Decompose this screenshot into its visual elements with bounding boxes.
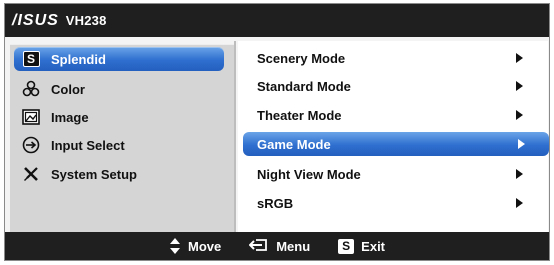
submenu-item-theater-mode[interactable]: Theater Mode — [247, 103, 547, 127]
submenu-item-label: Night View Mode — [257, 166, 361, 182]
menu-item-label: System Setup — [51, 166, 137, 182]
arrow-right-icon — [516, 53, 523, 63]
menu-item-splendid[interactable]: S Splendid — [14, 47, 224, 71]
arrow-right-icon — [516, 169, 523, 179]
submenu-item-srgb[interactable]: sRGB — [247, 191, 547, 215]
exit-hint: S Exit — [338, 238, 386, 254]
top-bar: /ISUS VH238 — [5, 4, 549, 37]
menu-label: Menu — [276, 238, 311, 254]
menu-item-label: Splendid — [51, 51, 106, 67]
submenu-item-label: Game Mode — [257, 136, 331, 152]
submenu-item-standard-mode[interactable]: Standard Mode — [247, 74, 547, 98]
menu-item-input-select[interactable]: Input Select — [14, 133, 224, 157]
splendid-s-icon: S — [20, 48, 42, 70]
brand: /ISUS VH238 — [12, 12, 107, 30]
move-label: Move — [187, 238, 222, 254]
move-hint: Move — [169, 238, 221, 254]
submenu-item-label: Theater Mode — [257, 107, 342, 123]
menu-item-label: Image — [51, 109, 89, 125]
submenu-item-label: Scenery Mode — [257, 50, 346, 66]
submenu-item-night-view-mode[interactable]: Night View Mode — [247, 162, 547, 186]
submenu-item-label: Standard Mode — [257, 78, 351, 94]
arrow-right-icon — [516, 110, 523, 120]
model-name: VH238 — [65, 13, 107, 28]
arrow-right-icon — [518, 139, 525, 149]
menu-hint: Menu — [249, 238, 310, 254]
up-down-arrows-icon — [169, 238, 181, 254]
asus-logo: /ISUS — [12, 11, 59, 29]
system-setup-icon — [20, 163, 42, 185]
enter-icon — [249, 238, 269, 254]
image-icon — [20, 106, 42, 128]
menu-item-label: Color — [51, 81, 85, 97]
arrow-right-icon — [516, 198, 523, 208]
menu-item-image[interactable]: Image — [14, 105, 224, 129]
menu-item-system-setup[interactable]: System Setup — [14, 162, 224, 186]
s-button-icon: S — [338, 238, 355, 254]
bottom-bar: Move Menu S Exit — [5, 232, 549, 260]
submenu-item-scenery-mode[interactable]: Scenery Mode — [247, 46, 547, 70]
osd-menu: /ISUS VH238 S Splendid Color Image Input… — [4, 3, 550, 261]
submenu-item-label: sRGB — [257, 195, 294, 211]
menu-item-label: Input Select — [51, 137, 125, 153]
input-select-icon — [20, 134, 42, 156]
divider — [234, 41, 236, 232]
exit-label: Exit — [361, 238, 386, 254]
arrow-right-icon — [516, 81, 523, 91]
menu-item-color[interactable]: Color — [14, 77, 224, 101]
color-icon — [20, 78, 42, 100]
submenu-item-game-mode[interactable]: Game Mode — [243, 132, 549, 156]
